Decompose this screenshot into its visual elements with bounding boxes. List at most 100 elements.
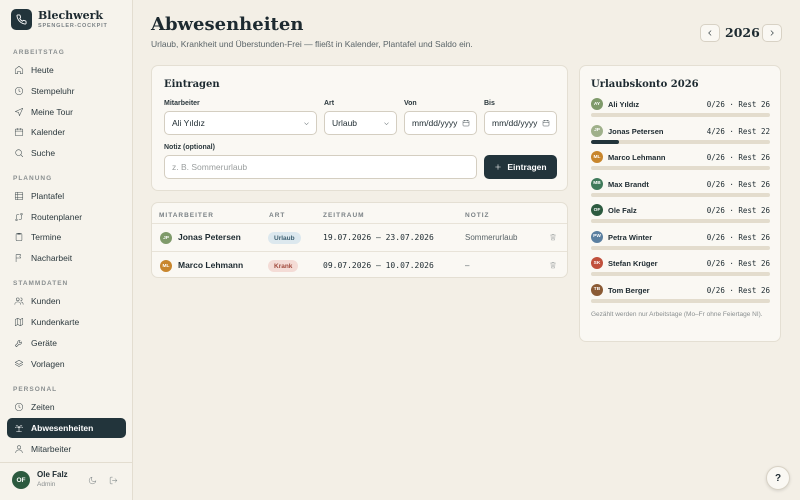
search-icon (15, 149, 24, 158)
chevron-down-icon (304, 122, 309, 125)
nav-item-label: Nacharbeit (31, 253, 73, 263)
period: 19.07.2026 – 23.07.2026 (323, 233, 434, 242)
from-label: Von (404, 100, 417, 107)
avatar: OF (12, 471, 30, 489)
route-icon (15, 212, 23, 222)
home-icon (14, 65, 24, 75)
nav-item-kalender[interactable]: Kalender (7, 122, 126, 142)
brand: Blechwerk SPENGLER-COCKPIT (11, 9, 108, 30)
brand-name: Blechwerk (38, 8, 104, 22)
user-icon (15, 445, 23, 454)
nav-section-planung: PLANUNG (13, 175, 53, 182)
account-balance: 0/26 · Rest 26 (706, 179, 770, 189)
chevron-left-icon (708, 30, 712, 36)
usage-bar (591, 298, 770, 303)
next-year-button[interactable] (762, 24, 782, 42)
account-balance: 0/26 · Rest 26 (706, 285, 770, 295)
calendar-icon (14, 127, 24, 137)
from-date-input[interactable]: mm/dd/yyyy (404, 111, 477, 135)
table-row: JP Jonas Petersen Urlaub 19.07.2026 – 23… (152, 223, 567, 251)
nav-item-kunden[interactable]: Kunden (7, 291, 126, 311)
calendar-icon (462, 120, 470, 127)
sidebar: Blechwerk SPENGLER-COCKPIT ARBEITSTAG He… (0, 0, 133, 500)
nav-item-label: Suche (31, 148, 56, 158)
account-employee-name: Stefan Krüger (608, 259, 658, 268)
clipboard-icon (15, 232, 23, 242)
nav-item-label: Geräte (31, 338, 57, 348)
nav-item-zeiten[interactable]: Zeiten (7, 397, 126, 417)
form-title: Eintragen (164, 79, 220, 90)
nav-item-suche[interactable]: Suche (7, 143, 126, 163)
nav-item-label: Kundenkarte (31, 317, 80, 327)
nav-item-meine-tour[interactable]: Meine Tour (7, 102, 126, 122)
account-title: Urlaubskonto 2026 (591, 79, 699, 90)
nav-item-vorlagen[interactable]: Vorlagen (7, 354, 126, 374)
avatar: OF (591, 204, 603, 216)
nav-item-stempeluhr[interactable]: Stempeluhr (7, 81, 126, 101)
grid-icon (14, 191, 24, 201)
users-icon (14, 297, 24, 305)
nav-item-label: Kunden (31, 296, 61, 306)
nav-item-label: Vorlagen (31, 359, 65, 369)
account-balance: 0/26 · Rest 26 (706, 259, 770, 268)
period: 09.07.2026 – 10.07.2026 (323, 261, 434, 270)
nav-item-mitarbeiter[interactable]: Mitarbeiter (7, 439, 126, 459)
nav-item-routenplaner[interactable]: Routenplaner (7, 207, 126, 227)
usage-bar (591, 166, 770, 170)
user-role: Admin (37, 481, 56, 488)
delete-button[interactable] (549, 261, 557, 271)
logout-button[interactable] (107, 474, 119, 486)
nav-item-geraete[interactable]: Geräte (7, 333, 126, 353)
employee-select-value: Ali Yıldız (172, 118, 205, 128)
to-label: Bis (484, 100, 495, 107)
avatar: SK (591, 257, 603, 269)
nav-item-termine[interactable]: Termine (7, 227, 126, 247)
phone-icon (11, 9, 32, 30)
employee-select[interactable]: Ali Yıldız (164, 111, 317, 135)
account-balance: 0/26 · Rest 26 (706, 153, 770, 162)
calendar-icon (542, 120, 550, 127)
year-label: 2026 (725, 25, 760, 40)
usage-bar (591, 272, 770, 276)
account-balance: 0/26 · Rest 26 (706, 100, 770, 109)
moon-icon (88, 476, 96, 484)
account-balance: 0/26 · Rest 26 (706, 232, 770, 242)
avatar: JP (160, 232, 172, 244)
nav-item-plantafel[interactable]: Plantafel (7, 186, 126, 206)
plus-icon (495, 164, 502, 170)
nav-item-label: Abwesenheiten (31, 423, 94, 433)
account-balance: 4/26 · Rest 22 (706, 126, 770, 136)
avatar: ML (160, 260, 172, 272)
theme-toggle-button[interactable] (86, 474, 98, 486)
nav-item-label: Plantafel (31, 191, 65, 201)
nav-item-label: Termine (31, 232, 62, 242)
previous-year-button[interactable] (700, 24, 720, 42)
nav-item-label: Meine Tour (31, 107, 73, 117)
nav-item-nacharbeit[interactable]: Nacharbeit (7, 248, 126, 268)
to-date-input[interactable]: mm/dd/yyyy (484, 111, 557, 135)
note: Sommerurlaub (465, 233, 518, 242)
account-note: Gezählt werden nur Arbeitstage (Mo–Fr oh… (591, 311, 763, 318)
nav-item-kundenkarte[interactable]: Kundenkarte (7, 312, 126, 332)
avatar: TB (591, 283, 603, 296)
delete-button[interactable] (549, 233, 557, 243)
user-name: Ole Falz (37, 470, 68, 479)
note-input[interactable]: z. B. Sommerurlaub (164, 155, 477, 179)
clock-icon (14, 86, 24, 96)
nav-item-heute[interactable]: Heute (7, 60, 126, 80)
type-select[interactable]: Urlaub (324, 111, 397, 135)
nav-item-abwesenheiten[interactable]: Abwesenheiten (7, 418, 126, 438)
submit-label: Eintragen (507, 162, 547, 172)
nav-item-label: Routenplaner (31, 212, 83, 222)
clock-icon (14, 402, 24, 412)
main-content: Abwesenheiten Urlaub, Krankheit und Über… (134, 0, 800, 500)
avatar: JP (591, 124, 603, 137)
sidebar-divider (0, 462, 133, 463)
help-button[interactable]: ? (766, 466, 790, 490)
note: – (465, 261, 470, 270)
submit-button[interactable]: Eintragen (484, 155, 557, 179)
account-employee-name: Jonas Petersen (608, 126, 664, 136)
note-label: Notiz (optional) (164, 144, 215, 151)
account-employee-name: Petra Winter (608, 232, 653, 242)
logout-icon (109, 476, 117, 484)
